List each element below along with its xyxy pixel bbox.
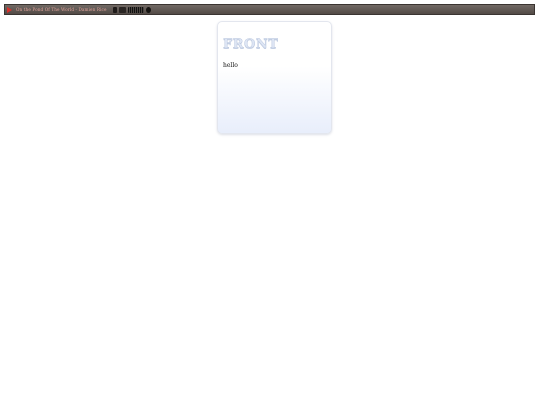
volume-button[interactable] — [118, 6, 126, 13]
music-player-bar: On the Pond Of The World - Damien Rice — [4, 4, 535, 15]
play-icon[interactable] — [7, 6, 12, 13]
front-card: FRONT hello — [217, 21, 332, 134]
card-title: FRONT — [223, 37, 279, 52]
card-body-text: hello — [223, 62, 238, 69]
seek-slider[interactable] — [127, 6, 144, 13]
visibility-icon[interactable] — [145, 6, 151, 13]
track-title: On the Pond Of The World - Damien Rice — [16, 7, 107, 12]
player-controls — [112, 6, 151, 13]
prev-track-button[interactable] — [112, 6, 117, 13]
